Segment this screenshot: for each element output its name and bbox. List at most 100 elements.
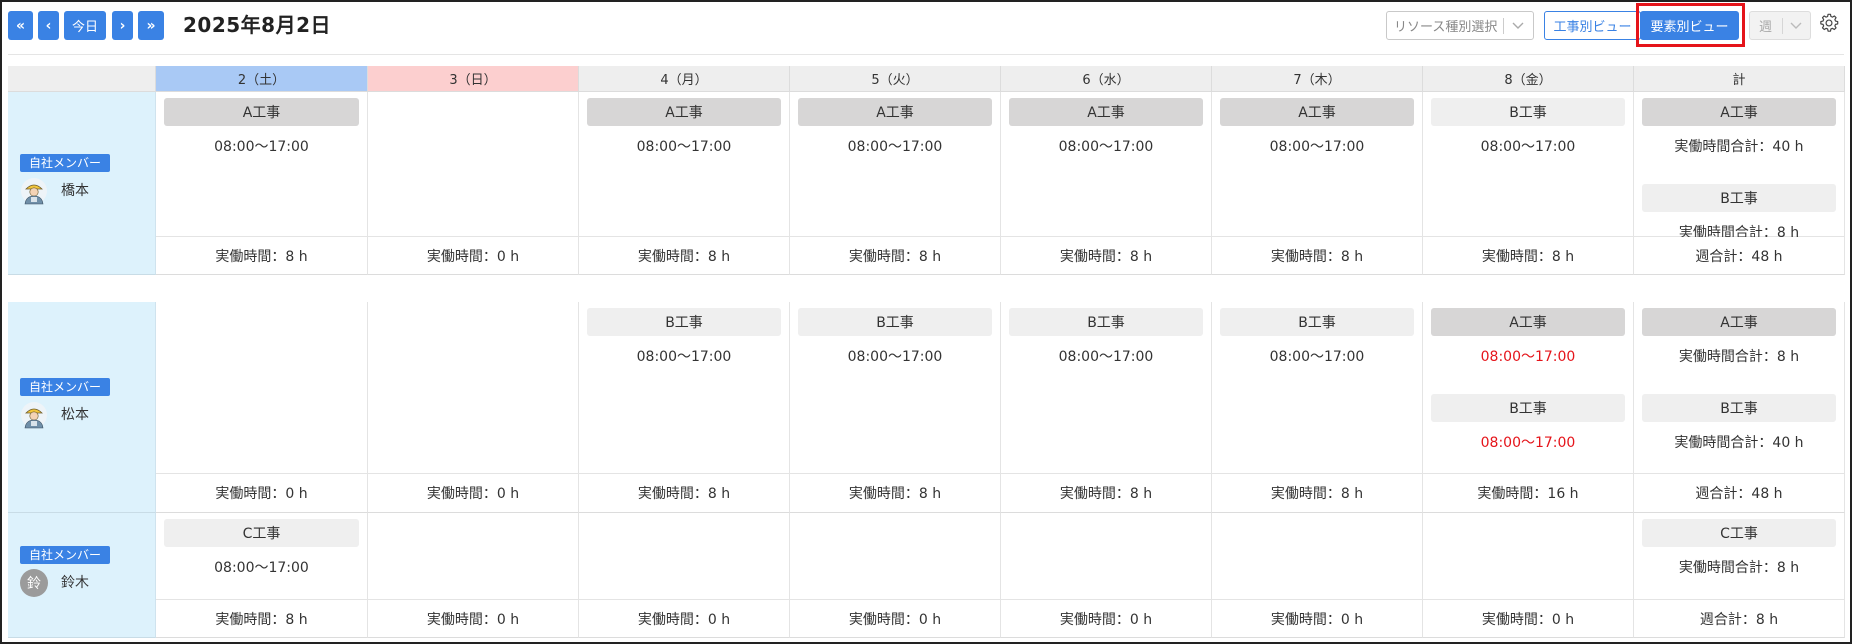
day-cell[interactable]: B工事 08:00〜17:00: [1423, 92, 1634, 237]
job-chip[interactable]: A工事: [164, 98, 359, 126]
job-chip[interactable]: A工事: [1431, 308, 1625, 336]
day-cell[interactable]: B工事 08:00〜17:00: [1212, 302, 1423, 474]
job-chip[interactable]: B工事: [1009, 308, 1203, 336]
column-header-day: 5（火）: [790, 66, 1001, 92]
job-chip[interactable]: C工事: [164, 519, 359, 547]
day-cell[interactable]: B工事 08:00〜17:00: [790, 302, 1001, 474]
avatar-initial: 鈴: [27, 575, 41, 592]
daily-hours: 実働時間：8 h: [579, 474, 790, 513]
daily-hours: 実働時間：0 h: [1423, 600, 1634, 638]
job-time: 08:00〜17:00: [636, 349, 732, 365]
total-job-chip[interactable]: B工事: [1642, 394, 1836, 422]
member-cell: 自社メンバー松本: [8, 302, 156, 513]
member-badge: 自社メンバー: [20, 545, 111, 564]
day-cell[interactable]: [368, 92, 579, 237]
column-header-day: 4（月）: [579, 66, 790, 92]
job-time: 08:00〜17:00: [1058, 349, 1154, 365]
job-time: 08:00〜17:00: [1058, 139, 1154, 155]
job-time: 08:00〜17:00: [1480, 139, 1576, 155]
worker-avatar-icon: [20, 177, 48, 205]
chevron-down-icon: [1512, 22, 1524, 29]
job-hours-total: 実働時間合計：8 h: [1678, 560, 1800, 576]
total-job-chip[interactable]: B工事: [1642, 184, 1836, 212]
job-time: 08:00〜17:00: [214, 560, 309, 576]
column-header-day: 8（金）: [1423, 66, 1634, 92]
job-chip[interactable]: B工事: [1431, 394, 1625, 422]
daily-hours: 実働時間：8 h: [156, 600, 368, 638]
chevron-down-icon: [1790, 22, 1802, 29]
job-chip[interactable]: A工事: [1009, 98, 1203, 126]
day-cell[interactable]: A工事 08:00〜17:00: [579, 92, 790, 237]
job-time: 08:00〜17:00: [1480, 349, 1576, 365]
day-cell[interactable]: A工事 08:00〜17:00: [1212, 92, 1423, 237]
day-cell[interactable]: [1001, 513, 1212, 600]
job-chip[interactable]: A工事: [587, 98, 781, 126]
gear-icon[interactable]: [1818, 12, 1840, 34]
column-header-day: 6（水）: [1001, 66, 1212, 92]
job-chip[interactable]: A工事: [798, 98, 992, 126]
weekly-total: 週合計：8 h: [1634, 600, 1845, 638]
total-job-chip[interactable]: A工事: [1642, 308, 1836, 336]
daily-hours: 実働時間：0 h: [368, 237, 579, 275]
day-cell[interactable]: [579, 513, 790, 600]
daily-hours: 実働時間：0 h: [156, 474, 368, 513]
day-cell[interactable]: [1212, 513, 1423, 600]
resource-select-placeholder: リソース種別選択: [1394, 20, 1498, 35]
prev-prev-button[interactable]: «: [8, 11, 33, 40]
day-cell[interactable]: [368, 513, 579, 600]
day-cell[interactable]: A工事 08:00〜17:00: [790, 92, 1001, 237]
day-cell[interactable]: A工事 08:00〜17:00: [1001, 92, 1212, 237]
member-name: 松本: [61, 406, 89, 423]
daily-hours: 実働時間：0 h: [579, 600, 790, 638]
column-header-day: 7（木）: [1212, 66, 1423, 92]
job-chip[interactable]: B工事: [1220, 308, 1414, 336]
daily-hours: 実働時間：0 h: [790, 600, 1001, 638]
job-time: 08:00〜17:00: [847, 139, 943, 155]
day-cell[interactable]: [1423, 513, 1634, 600]
job-chip[interactable]: B工事: [1431, 98, 1625, 126]
toolbar: « ‹ 今日 › » 2025年8月2日 リソース種別選択 工事別ビュー 要素別…: [0, 0, 1852, 52]
day-cell[interactable]: [790, 513, 1001, 600]
next-button[interactable]: ›: [112, 11, 133, 40]
day-cell[interactable]: B工事 08:00〜17:00: [579, 302, 790, 474]
job-chip[interactable]: B工事: [798, 308, 992, 336]
daily-hours: 実働時間：8 h: [790, 237, 1001, 275]
job-time: 08:00〜17:00: [847, 349, 943, 365]
day-cell[interactable]: [368, 302, 579, 474]
day-cell[interactable]: B工事 08:00〜17:00: [1001, 302, 1212, 474]
total-cell[interactable]: A工事 実働時間合計：8 h B工事 実働時間合計：40 h: [1634, 302, 1845, 474]
next-next-button[interactable]: »: [138, 11, 164, 40]
column-header-total: 計: [1634, 66, 1845, 92]
daily-hours: 実働時間：8 h: [1423, 237, 1634, 275]
job-hours-total: 実働時間合計：8 h: [1678, 349, 1800, 365]
toolbar-divider: [8, 54, 1844, 55]
daily-hours: 実働時間：8 h: [1212, 474, 1423, 513]
job-chip[interactable]: A工事: [1220, 98, 1414, 126]
column-header-day: 2（土）: [156, 66, 368, 92]
day-cell[interactable]: A工事 08:00〜17:00: [156, 92, 368, 237]
job-chip[interactable]: B工事: [587, 308, 781, 336]
daily-hours: 実働時間：16 h: [1423, 474, 1634, 513]
total-job-chip[interactable]: A工事: [1642, 98, 1836, 126]
total-job-chip[interactable]: C工事: [1642, 519, 1836, 547]
day-cell[interactable]: [156, 302, 368, 474]
day-cell[interactable]: C工事 08:00〜17:00: [156, 513, 368, 600]
view-by-job-button[interactable]: 工事別ビュー: [1544, 11, 1641, 40]
job-time: 08:00〜17:00: [1480, 435, 1576, 451]
worker-avatar-icon: [20, 401, 48, 429]
job-hours-total: 実働時間合計：40 h: [1674, 139, 1804, 155]
schedule-grid: 2（土） 3（日） 4（月） 5（火） 6（水） 7（木） 8（金）計自社メンバー 橋本 A工事…: [8, 66, 1845, 642]
member-badge: 自社メンバー: [20, 377, 111, 396]
column-header-day: 3（日）: [368, 66, 579, 92]
prev-button[interactable]: ‹: [38, 11, 59, 40]
total-cell[interactable]: C工事実働時間合計：8 h: [1634, 513, 1845, 600]
member-name: 橋本: [61, 182, 89, 199]
daily-hours: 実働時間：0 h: [1212, 600, 1423, 638]
total-cell[interactable]: A工事 実働時間合計：40 h B工事 実働時間合計：8 h: [1634, 92, 1845, 241]
select-divider: [1503, 18, 1504, 34]
resource-type-select[interactable]: リソース種別選択: [1386, 11, 1534, 40]
today-button[interactable]: 今日: [64, 11, 106, 40]
daily-hours: 実働時間：8 h: [579, 237, 790, 275]
day-cell[interactable]: A工事 08:00〜17:00 B工事 08:00〜17:00: [1423, 302, 1634, 474]
period-select[interactable]: 週: [1749, 11, 1811, 40]
